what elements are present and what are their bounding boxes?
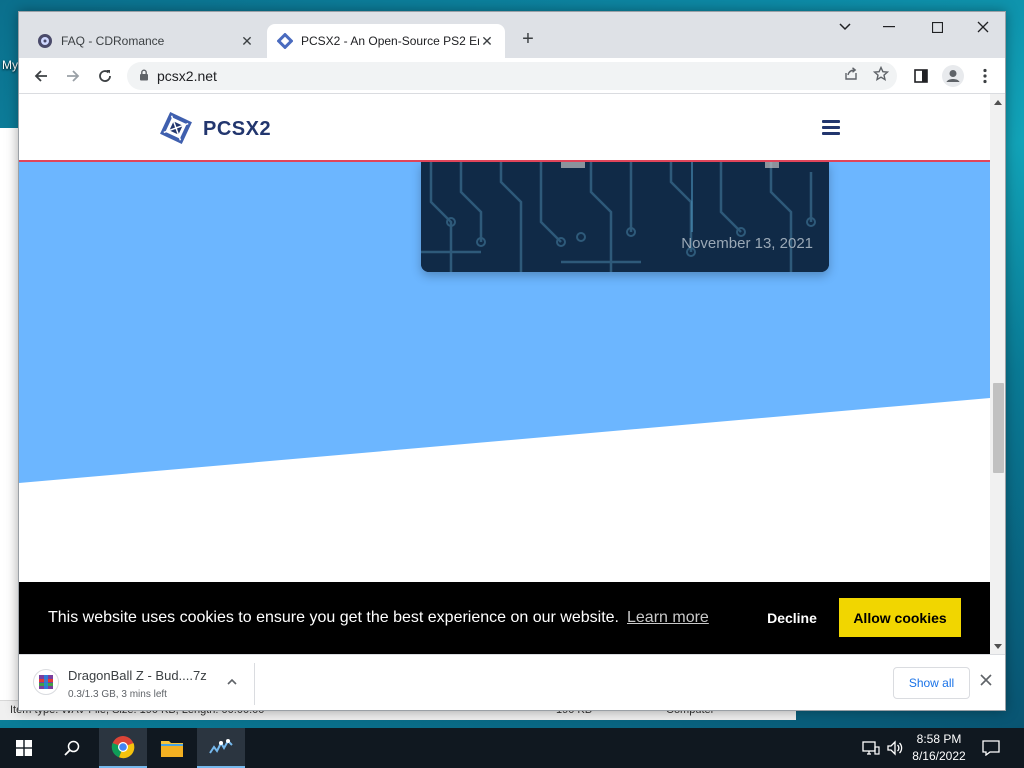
pcsx2-logo[interactable]: PCSX2 bbox=[157, 112, 271, 147]
pcsx2-taskbar-icon[interactable] bbox=[197, 728, 245, 768]
windows-start-icon[interactable] bbox=[0, 728, 48, 768]
scroll-up-arrow-icon[interactable] bbox=[994, 100, 1002, 105]
cookie-message: This website uses cookies to ensure you … bbox=[48, 609, 619, 626]
tab-search-icon[interactable] bbox=[823, 14, 867, 40]
page-viewport: PCSX2 November 13, 2021 This website use… bbox=[19, 94, 990, 654]
site-header: PCSX2 bbox=[19, 94, 990, 162]
chevron-up-icon[interactable] bbox=[225, 675, 241, 691]
clock-time: 8:58 PM bbox=[916, 732, 962, 746]
explorer-window-behind bbox=[0, 128, 20, 718]
taskbar-clock[interactable]: 8:58 PM 8/16/2022 bbox=[904, 731, 974, 765]
address-url[interactable]: pcsx2.net bbox=[157, 68, 217, 84]
close-download-shelf-icon[interactable] bbox=[979, 673, 995, 689]
bookmark-star-icon[interactable] bbox=[872, 65, 890, 85]
tab-strip: FAQ - CDRomance ✕ PCSX2 - An Open-Source… bbox=[19, 12, 1005, 58]
download-shelf: DragonBall Z - Bud....7z 0.3/1.3 GB, 3 m… bbox=[19, 654, 1005, 710]
search-icon[interactable] bbox=[48, 728, 96, 768]
blog-post-card[interactable]: November 13, 2021 bbox=[421, 162, 829, 272]
pcsx2-logo-icon bbox=[157, 112, 195, 147]
tab-close-icon[interactable]: ✕ bbox=[479, 33, 495, 49]
new-tab-button[interactable]: + bbox=[517, 29, 539, 51]
cdromance-favicon-icon bbox=[37, 33, 53, 49]
side-panel-icon[interactable] bbox=[909, 64, 933, 88]
page-scrollbar[interactable] bbox=[990, 94, 1005, 654]
decline-cookies-button[interactable]: Decline bbox=[752, 599, 832, 637]
share-icon[interactable] bbox=[843, 66, 859, 85]
hamburger-menu-icon[interactable] bbox=[822, 120, 840, 136]
chrome-taskbar-icon[interactable] bbox=[99, 728, 147, 768]
forward-arrow-icon[interactable] bbox=[61, 64, 85, 88]
profile-avatar-icon[interactable] bbox=[941, 64, 965, 88]
minimize-button[interactable] bbox=[867, 14, 911, 40]
site-logo-text: PCSX2 bbox=[203, 118, 272, 140]
menu-kebab-icon[interactable] bbox=[973, 64, 997, 88]
file-explorer-icon[interactable] bbox=[148, 728, 196, 768]
desktop-icon-label[interactable]: My bbox=[2, 58, 18, 72]
circuit-board-image bbox=[421, 162, 829, 272]
maximize-button[interactable] bbox=[915, 14, 959, 40]
pcsx2-favicon-icon bbox=[277, 33, 293, 49]
address-bar[interactable]: pcsx2.net bbox=[127, 62, 897, 90]
lock-icon[interactable] bbox=[139, 69, 149, 84]
allow-cookies-button[interactable]: Allow cookies bbox=[839, 598, 961, 637]
archive-file-icon bbox=[33, 669, 59, 695]
clock-date: 8/16/2022 bbox=[912, 749, 966, 763]
scroll-down-arrow-icon[interactable] bbox=[994, 644, 1002, 649]
download-file-name: DragonBall Z - Bud....7z bbox=[68, 668, 207, 683]
download-status: 0.3/1.3 GB, 3 mins left bbox=[68, 689, 167, 700]
show-all-downloads-button[interactable]: Show all bbox=[893, 667, 970, 699]
browser-window: FAQ - CDRomance ✕ PCSX2 - An Open-Source… bbox=[18, 11, 1006, 711]
learn-more-link[interactable]: Learn more bbox=[627, 609, 709, 627]
tab-title: PCSX2 - An Open-Source PS2 Em bbox=[301, 34, 479, 48]
browser-toolbar: pcsx2.net bbox=[19, 58, 1005, 94]
windows-taskbar: 8:58 PM 8/16/2022 bbox=[0, 728, 1024, 768]
tab-pcsx2[interactable]: PCSX2 - An Open-Source PS2 Em ✕ bbox=[267, 24, 505, 58]
tab-faq-cdromance[interactable]: FAQ - CDRomance ✕ bbox=[27, 24, 265, 58]
close-window-button[interactable] bbox=[961, 14, 1005, 40]
cookie-banner: This website uses cookies to ensure you … bbox=[19, 582, 990, 654]
tab-close-icon[interactable]: ✕ bbox=[239, 33, 255, 49]
volume-icon[interactable] bbox=[886, 728, 904, 768]
back-arrow-icon[interactable] bbox=[29, 64, 53, 88]
notification-icon[interactable] bbox=[982, 728, 1000, 768]
download-item[interactable]: DragonBall Z - Bud....7z 0.3/1.3 GB, 3 m… bbox=[29, 663, 255, 705]
reload-icon[interactable] bbox=[93, 64, 117, 88]
tab-title: FAQ - CDRomance bbox=[61, 34, 165, 48]
scroll-thumb[interactable] bbox=[993, 383, 1004, 473]
post-date: November 13, 2021 bbox=[681, 235, 813, 252]
network-icon[interactable] bbox=[862, 728, 880, 768]
